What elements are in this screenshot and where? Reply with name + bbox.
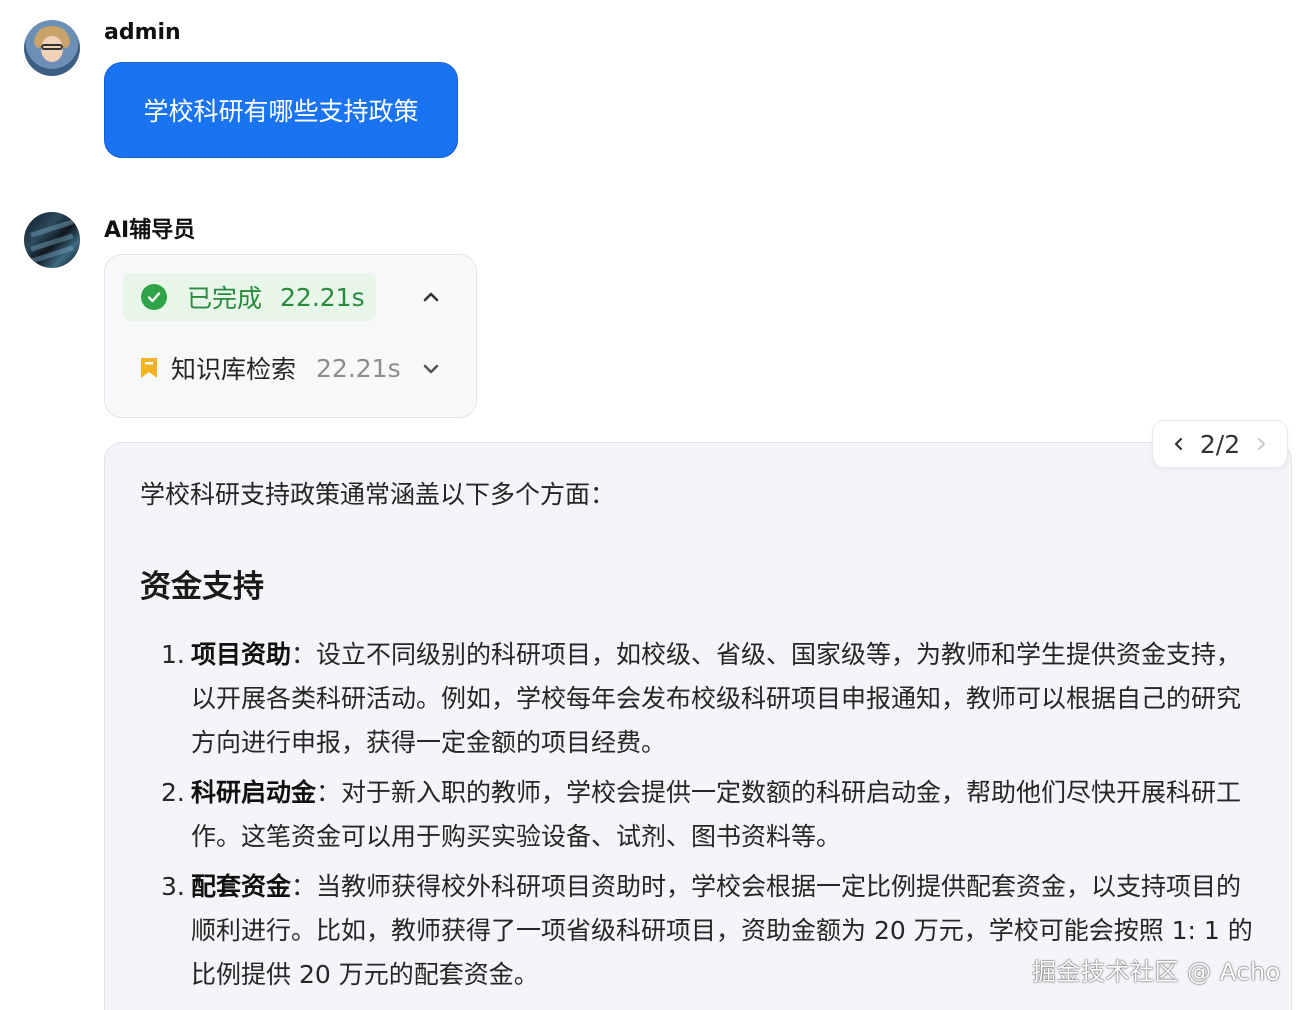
list-item-title: 科研启动金	[191, 778, 317, 807]
list-number: 3.	[161, 872, 185, 901]
user-avatar	[24, 20, 80, 76]
list-number: 1.	[161, 640, 185, 669]
answer-pager: 2/2	[1152, 420, 1288, 468]
chevron-down-icon[interactable]	[417, 355, 445, 383]
list-number: 2.	[161, 778, 185, 807]
list-item-text: ：对于新入职的教师，学校会提供一定数额的科研启动金，帮助他们尽快开展科研工作。这…	[191, 778, 1242, 851]
list-item: 2. 科研启动金：对于新入职的教师，学校会提供一定数额的科研启动金，帮助他们尽快…	[161, 771, 1261, 859]
chevron-up-icon[interactable]	[417, 283, 445, 311]
list-item-text: ：设立不同级别的科研项目，如校级、省级、国家级等，为教师和学生提供资金支持，以开…	[191, 640, 1242, 757]
bot-avatar	[24, 212, 80, 268]
list-item-title: 配套资金	[191, 872, 292, 901]
answer-intro: 学校科研支持政策通常涵盖以下多个方面：	[140, 480, 616, 509]
status-badge: 已完成 22.21s	[123, 273, 376, 321]
answer-heading: 资金支持	[140, 569, 264, 605]
list-item-title: 项目资助	[191, 640, 292, 669]
step-label: 知识库检索	[171, 355, 297, 384]
step-time: 22.21s	[316, 353, 401, 383]
reasoning-status-card: 已完成 22.21s 知识库检索 22.21s	[104, 254, 477, 418]
user-message-bubble: 学校科研有哪些支持政策	[104, 62, 458, 158]
status-time: 22.21s	[280, 282, 365, 312]
bookmark-icon	[139, 357, 159, 379]
user-message-text: 学校科研有哪些支持政策	[143, 97, 419, 126]
answer-bubble: 学校科研支持政策通常涵盖以下多个方面： 资金支持 1. 项目资助：设立不同级别的…	[104, 442, 1292, 1010]
chevron-left-icon[interactable]	[1171, 436, 1187, 452]
step-knowledge-retrieval[interactable]: 知识库检索 22.21s	[139, 351, 401, 385]
list-item: 1. 项目资助：设立不同级别的科研项目，如校级、省级、国家级等，为教师和学生提供…	[161, 633, 1261, 765]
watermark: 掘金技术社区 @ Acho	[1032, 958, 1281, 986]
pager-count: 2/2	[1199, 429, 1241, 459]
user-name: admin	[104, 20, 181, 45]
check-circle-icon	[141, 284, 167, 310]
bot-name: AI辅导员	[104, 218, 196, 243]
chevron-right-icon[interactable]	[1253, 436, 1269, 452]
status-label: 已完成	[187, 284, 263, 313]
answer-list: 1. 项目资助：设立不同级别的科研项目，如校级、省级、国家级等，为教师和学生提供…	[161, 633, 1261, 1003]
